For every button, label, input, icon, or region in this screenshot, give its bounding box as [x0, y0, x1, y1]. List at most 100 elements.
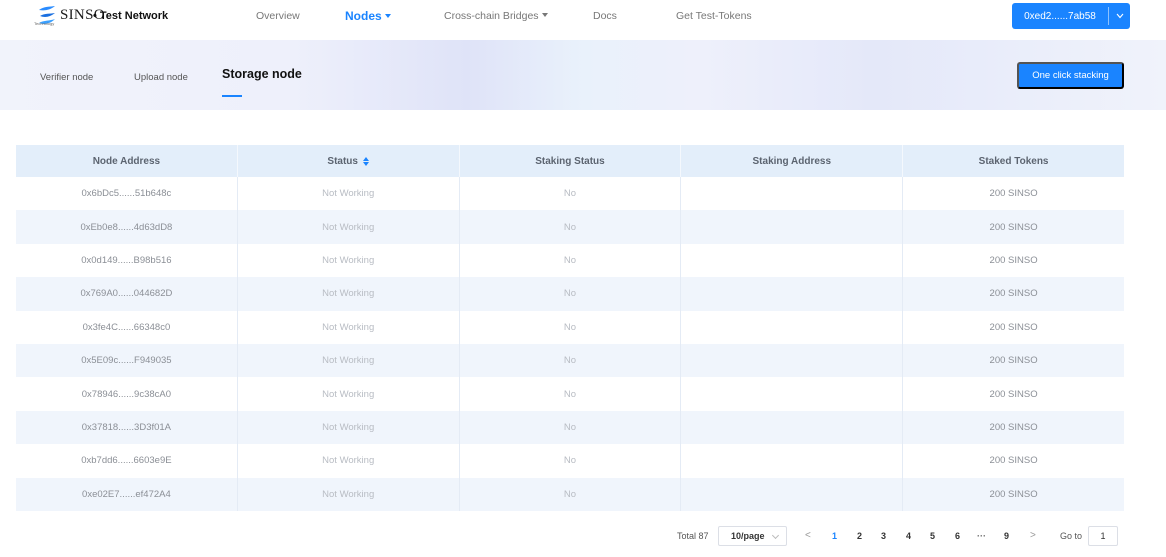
- nav-cross-chain-bridges[interactable]: Cross-chain Bridges: [444, 10, 548, 22]
- table-row[interactable]: 0x6bDc5......51b648c Not Working No 200 SIN…: [16, 177, 1124, 211]
- cell-staking-status: No: [460, 310, 682, 344]
- cell-staked-tokens: 200 SINSO: [989, 355, 1038, 367]
- pagination-total: Total 87: [677, 531, 709, 541]
- cell-staking-address: [681, 243, 904, 278]
- cell-staking-status: No: [460, 343, 682, 378]
- cell-node-address: 0x5E09c......F949035: [16, 343, 238, 378]
- cell-staking-address: [681, 444, 904, 478]
- table-row[interactable]: 0x3fe4C......66348c0 Not Working No 200 SIN…: [16, 310, 1124, 344]
- cell-status: Not Working: [238, 410, 460, 445]
- table-row[interactable]: 0xEb0e8......4d63dD8 Not Working No 200 SIN…: [16, 210, 1124, 244]
- cell-staked-tokens: 200 SINSO: [989, 421, 1038, 433]
- cell-staking-status: No: [460, 377, 682, 411]
- cell-staking-address: [681, 377, 904, 411]
- cell-status: Not Working: [238, 177, 460, 211]
- cell-staking-address: [681, 210, 904, 244]
- cell-status: Not Working: [238, 243, 460, 278]
- page-2[interactable]: 2: [857, 531, 862, 541]
- cell-node-address: 0x3fe4C......66348c0: [16, 310, 238, 344]
- col-node-address: Node Address: [16, 145, 238, 177]
- nav-nodes-label: Nodes: [345, 9, 382, 23]
- cell-staking-status: No: [460, 410, 682, 445]
- cell-node-address: 0x78946......9c38cA0: [16, 377, 238, 411]
- caret-down-icon: [541, 13, 548, 17]
- cell-staking-status: No: [460, 210, 682, 244]
- col-status[interactable]: Status: [238, 145, 460, 177]
- node-type-band: Verifier node Upload node Storage node O…: [0, 40, 1166, 110]
- table-header: Node Address Status Staking Status Staki…: [16, 145, 1124, 177]
- page-3[interactable]: 3: [881, 531, 886, 541]
- page-5[interactable]: 5: [930, 531, 935, 541]
- nav-get-test-tokens[interactable]: Get Test-Tokens: [676, 10, 752, 22]
- chevron-down-icon: [1116, 13, 1123, 19]
- cell-status: Not Working: [238, 343, 460, 378]
- next-page-button[interactable]: >: [1030, 530, 1036, 541]
- chevron-down-icon: [771, 531, 780, 540]
- caret-down-icon: [384, 14, 391, 18]
- cell-node-address: 0x769A0......044682D: [16, 277, 238, 311]
- cell-staked-tokens: 200 SINSO: [989, 188, 1038, 200]
- cell-staking-address: [681, 343, 904, 378]
- cell-staking-status: No: [460, 243, 682, 278]
- cell-staking-address: [681, 410, 904, 445]
- cell-staking-address: [681, 277, 904, 311]
- cell-node-address: 0x6bDc5......51b648c: [16, 177, 238, 211]
- cell-staking-status: No: [460, 277, 682, 311]
- top-navbar: SINSO Technology • Test Network Overview…: [0, 0, 1166, 38]
- cell-status: Not Working: [238, 477, 460, 511]
- tab-upload-node[interactable]: Upload node: [134, 72, 188, 83]
- prev-page-button[interactable]: <: [805, 530, 811, 541]
- tab-storage-node[interactable]: Storage node: [222, 67, 302, 81]
- cell-staked-tokens: 200 SINSO: [989, 488, 1038, 500]
- goto-label: Go to: [1060, 531, 1083, 541]
- cell-staked-tokens: 200 SINSO: [989, 221, 1038, 233]
- cell-node-address: 0xb7dd6......6603e9E: [16, 444, 238, 478]
- cell-node-address: 0x37818......3D3f01A: [16, 410, 238, 445]
- page-size-value: 10/page: [731, 531, 765, 541]
- tab-verifier-node[interactable]: Verifier node: [40, 72, 93, 83]
- cell-node-address: 0xEb0e8......4d63dD8: [16, 210, 238, 244]
- col-staking-address: Staking Address: [681, 145, 904, 177]
- cell-node-address: 0xe02E7......ef472A4: [16, 477, 238, 511]
- page-1[interactable]: 1: [832, 531, 837, 541]
- table-row[interactable]: 0x78946......9c38cA0 Not Working No 200 SIN…: [16, 377, 1124, 411]
- cell-staked-tokens: 200 SINSO: [989, 455, 1038, 467]
- wallet-button[interactable]: 0xed2......7ab58: [1012, 3, 1130, 29]
- cell-staked-tokens: 200 SINSO: [989, 321, 1038, 333]
- cell-staking-address: [681, 477, 904, 511]
- table-row[interactable]: 0x769A0......044682D Not Working No 200 SIN…: [16, 277, 1124, 311]
- wallet-address: 0xed2......7ab58: [1024, 10, 1096, 22]
- col-status-label: Status: [327, 155, 358, 167]
- page-9[interactable]: 9: [1004, 531, 1009, 541]
- storage-node-table: Node Address Status Staking Status Staki…: [16, 145, 1124, 511]
- wallet-dropdown-toggle[interactable]: [1109, 13, 1130, 19]
- goto-page-input[interactable]: 1: [1088, 526, 1118, 546]
- page-ellipsis[interactable]: ···: [977, 531, 986, 541]
- cell-node-address: 0x0d149......B98b516: [16, 243, 238, 278]
- page-6[interactable]: 6: [955, 531, 960, 541]
- table-body: 0x6bDc5......51b648c Not Working No 200 SIN…: [16, 177, 1124, 511]
- table-row[interactable]: 0xb7dd6......6603e9E Not Working No 200 SIN…: [16, 444, 1124, 478]
- logo-subtext: Technology: [34, 21, 55, 26]
- sort-icon[interactable]: [362, 156, 369, 166]
- active-tab-indicator: [222, 95, 242, 97]
- nav-overview[interactable]: Overview: [256, 10, 300, 22]
- table-row[interactable]: 0xe02E7......ef472A4 Not Working No 200 SIN…: [16, 477, 1124, 511]
- nav-nodes[interactable]: Nodes: [345, 9, 391, 23]
- table-row[interactable]: 0x37818......3D3f01A Not Working No 200 SIN…: [16, 410, 1124, 445]
- cell-staking-address: [681, 310, 904, 344]
- cell-staking-status: No: [460, 477, 682, 511]
- nav-docs[interactable]: Docs: [593, 10, 617, 22]
- cell-staking-status: No: [460, 177, 682, 211]
- network-label: • Test Network: [93, 10, 169, 22]
- one-click-stacking-button[interactable]: One click stacking: [1017, 62, 1124, 89]
- cell-status: Not Working: [238, 444, 460, 478]
- table-row[interactable]: 0x5E09c......F949035 Not Working No 200 SIN…: [16, 343, 1124, 378]
- page-size-select[interactable]: 10/page: [718, 526, 787, 546]
- page-4[interactable]: 4: [906, 531, 911, 541]
- cell-staking-address: [681, 177, 904, 211]
- cell-staked-tokens: 200 SINSO: [989, 388, 1038, 400]
- pagination: Total 87 10/page < 1 2 3 4 5 6 ··· 9 > G…: [0, 526, 1166, 546]
- cell-status: Not Working: [238, 377, 460, 411]
- table-row[interactable]: 0x0d149......B98b516 Not Working No 200 SIN…: [16, 243, 1124, 278]
